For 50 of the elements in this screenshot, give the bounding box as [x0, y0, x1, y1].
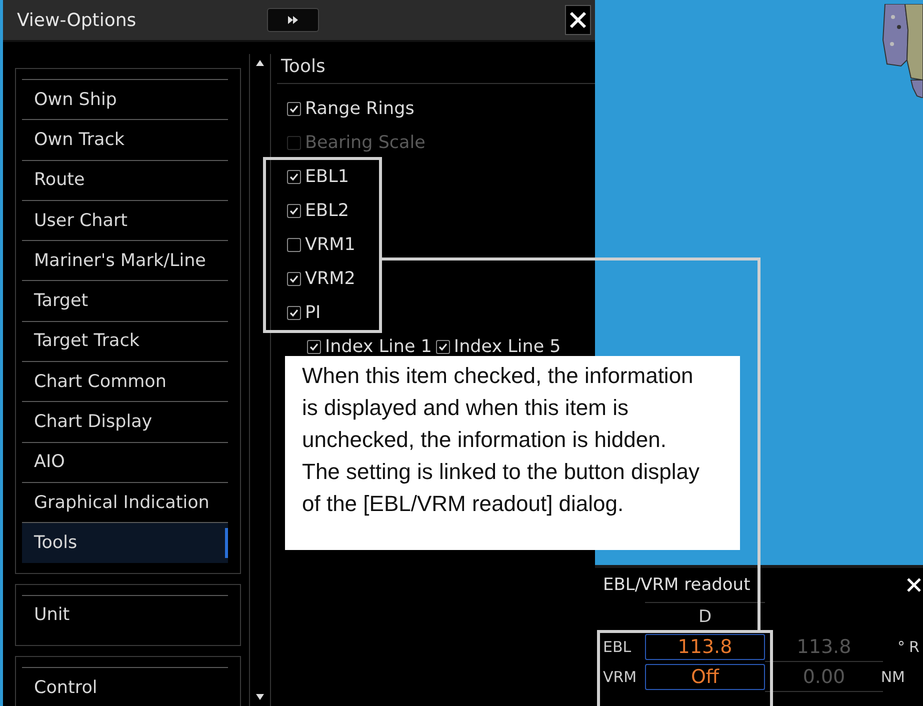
option-label: PI	[305, 303, 321, 323]
menu-item[interactable]: Route	[22, 160, 228, 200]
checkbox[interactable]	[436, 340, 450, 354]
checkbox[interactable]	[287, 272, 301, 286]
scroll-up-icon[interactable]	[256, 60, 264, 66]
unit-label: NM	[883, 667, 905, 688]
checkbox[interactable]	[307, 340, 321, 354]
reading-value: 0.00	[765, 662, 883, 692]
value-button[interactable]: 113.8	[645, 634, 765, 660]
menu-item[interactable]: Target	[22, 280, 228, 321]
scroll-down-icon[interactable]	[256, 694, 264, 700]
unit-label: °	[896, 637, 905, 658]
value-button[interactable]: Off	[645, 664, 765, 690]
option-label: Bearing Scale	[305, 133, 426, 153]
close-button[interactable]	[565, 5, 591, 35]
menu-item[interactable]: AIO	[22, 442, 228, 482]
menu-item[interactable]: Target Track	[22, 320, 228, 362]
option-label: Index Line 1	[325, 337, 432, 357]
reading-value: 113.8	[765, 632, 883, 662]
menu-item[interactable]: Own Track	[22, 119, 228, 160]
option-label: Index Line 5	[454, 337, 561, 357]
option-label: EBL2	[305, 201, 349, 221]
fast-forward-icon	[287, 15, 299, 25]
option-label: VRM1	[305, 235, 356, 255]
forward-button[interactable]	[267, 8, 319, 32]
menu-item[interactable]: Chart Common	[22, 361, 228, 402]
menu-item[interactable]: Unit	[22, 594, 228, 635]
option-label: Range Rings	[305, 99, 414, 119]
checkbox[interactable]	[287, 204, 301, 218]
readout-title: EBL/VRM readout	[603, 575, 750, 595]
menu-item[interactable]: Mariner's Mark/Line	[22, 240, 228, 280]
window-title: View-Options	[17, 10, 138, 30]
menu-item[interactable]: Control	[22, 666, 228, 706]
scrollbar[interactable]	[249, 54, 271, 706]
menu-item[interactable]: Tools	[22, 522, 228, 563]
close-icon	[569, 11, 587, 29]
mode-label: R	[908, 637, 920, 658]
checkbox[interactable]	[287, 170, 301, 184]
column-header: D	[645, 602, 765, 632]
option-label: VRM2	[305, 269, 356, 289]
checkbox[interactable]	[287, 102, 301, 116]
option-label: EBL1	[305, 167, 349, 187]
menu-item[interactable]: Chart Display	[22, 401, 228, 442]
callout-text: When this item checked, the information is displayed and when this item is unchecked, the information is hidden. The setting is linked to the button display of the [EBL/VRM readout] dialog.	[285, 356, 740, 550]
menu-item[interactable]: User Chart	[22, 200, 228, 240]
row-label: EBL	[602, 637, 632, 658]
menu-item[interactable]: Own Ship	[22, 79, 228, 120]
row-label: VRM	[602, 667, 638, 688]
checkbox[interactable]	[287, 238, 301, 252]
checkbox[interactable]	[287, 306, 301, 320]
